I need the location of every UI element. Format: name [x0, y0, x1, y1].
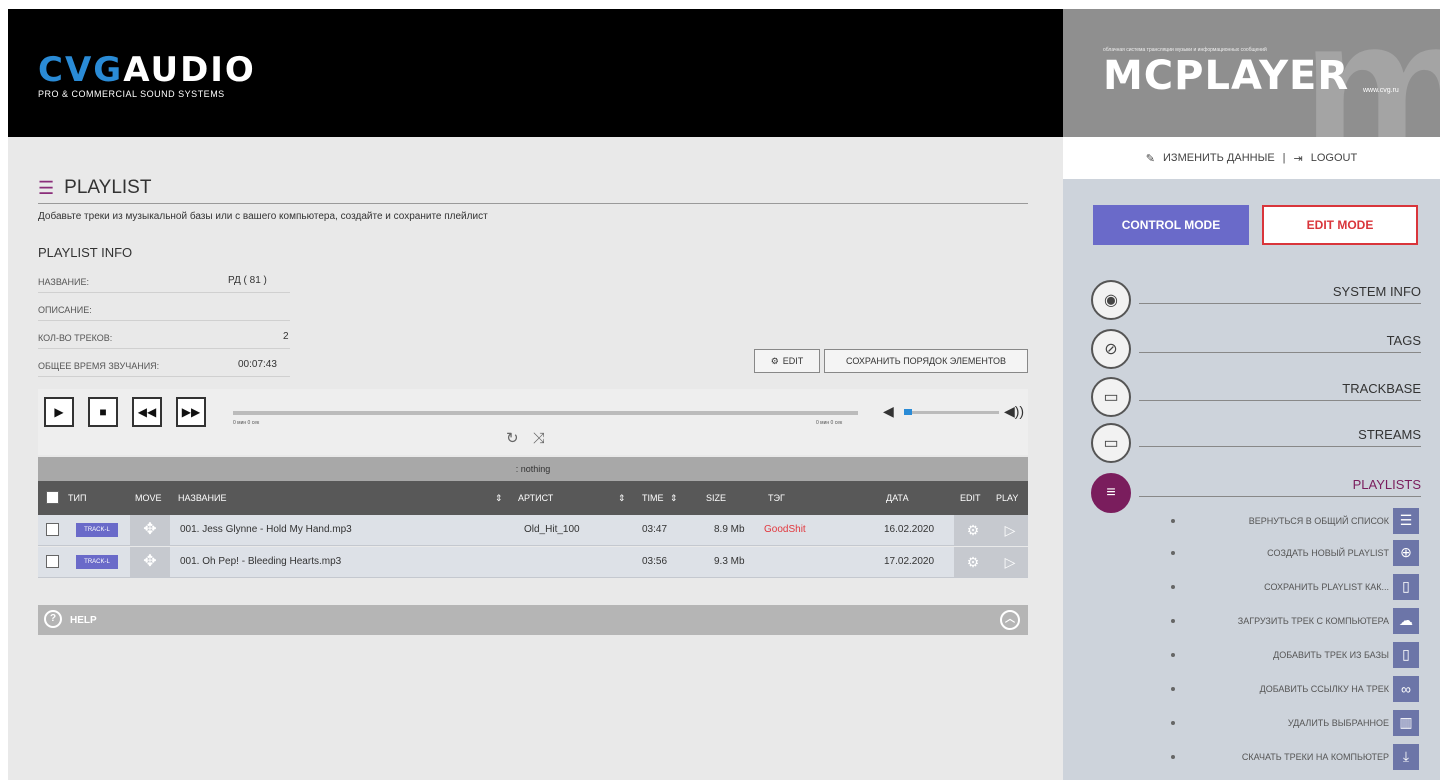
header-brand-area: CVGAUDIO PRO & COMMERCIAL SOUND SYSTEMS: [8, 9, 1063, 137]
control-mode-button[interactable]: CONTROL MODE: [1093, 205, 1249, 245]
cvg-audio-logo: CVGAUDIO PRO & COMMERCIAL SOUND SYSTEMS: [38, 50, 256, 99]
save-order-button[interactable]: СОХРАНИТЬ ПОРЯДОК ЭЛЕМЕНТОВ: [824, 349, 1028, 373]
edit-profile-link[interactable]: ИЗМЕНИТЬ ДАННЫЕ: [1163, 152, 1275, 164]
plus-circle-icon: ⊕: [1393, 539, 1419, 566]
eye-icon: ◉: [1091, 280, 1131, 320]
mcplayer-url: www.cvg.ru: [1363, 87, 1399, 94]
select-all-checkbox[interactable]: [46, 491, 59, 504]
sub-upload-track[interactable]: ЗАГРУЗИТЬ ТРЕК С КОМПЬЮТЕРА ☁: [1163, 607, 1419, 634]
file-add-icon: ▯: [1393, 641, 1419, 668]
sort-icon[interactable]: ⇕: [618, 493, 626, 504]
repeat-icon[interactable]: ↻: [506, 430, 519, 447]
volume-slider[interactable]: [904, 409, 999, 415]
gear-icon[interactable]: ⚙: [954, 547, 992, 577]
save-file-icon: ▯: [1393, 573, 1419, 600]
mcplayer-header: m облачная система трансляции музыки и и…: [1063, 9, 1440, 137]
gear-icon[interactable]: ⚙: [954, 515, 992, 545]
sort-icon[interactable]: ⇕: [670, 493, 678, 504]
audio-player: ▶ ■ ◀◀ ▶▶ 0 мин 0 сек 0 мин 0 сек ↻ ⤨ ◀ …: [38, 389, 1028, 455]
playlist-edit-button[interactable]: ⚙ EDIT: [754, 349, 820, 373]
tag-icon: ⊘: [1091, 329, 1131, 369]
file-audio-icon: ▭: [1091, 377, 1131, 417]
nav-trackbase[interactable]: ▭ TRACKBASE: [1091, 377, 1421, 419]
track-tag: GoodShit: [764, 524, 806, 535]
edit-mode-button[interactable]: EDIT MODE: [1262, 205, 1418, 245]
sub-back-to-list[interactable]: ВЕРНУТЬСЯ В ОБЩИЙ СПИСОК ☰: [1163, 507, 1419, 534]
sort-time[interactable]: TIME: [642, 493, 664, 503]
sub-add-from-base[interactable]: ДОБАВИТЬ ТРЕК ИЗ БАЗЫ ▯: [1163, 641, 1419, 668]
question-icon: ?: [44, 610, 62, 628]
seek-bar[interactable]: [233, 411, 858, 415]
sub-download-tracks[interactable]: СКАЧАТЬ ТРЕКИ НА КОМПЬЮТЕР ⤓: [1163, 743, 1419, 770]
logo-subtitle: PRO & COMMERCIAL SOUND SYSTEMS: [38, 89, 225, 99]
logout-icon: ⇥: [1293, 152, 1303, 165]
nav-system-info[interactable]: ◉ SYSTEM INFO: [1091, 280, 1421, 322]
stop-icon[interactable]: ■: [88, 397, 118, 427]
time-total: 0 мин 0 сек: [816, 420, 843, 426]
move-handle-icon[interactable]: ✥: [130, 547, 170, 577]
pencil-icon: ✎: [1145, 152, 1156, 165]
page-title: ☰ PLAYLIST: [38, 177, 152, 198]
logout-link[interactable]: LOGOUT: [1311, 152, 1357, 164]
playlist-info-heading: PLAYLIST INFO: [38, 245, 133, 260]
download-icon: ⤓: [1393, 743, 1419, 770]
chevron-up-icon[interactable]: ︿: [1000, 610, 1020, 630]
separator: |: [1282, 152, 1286, 164]
nav-streams[interactable]: ▭ STREAMS: [1091, 423, 1421, 465]
sort-artist[interactable]: АРТИСТ: [518, 493, 553, 503]
volume-mute-icon[interactable]: ◀: [883, 403, 894, 420]
list-icon: ☰: [1393, 507, 1419, 534]
mcplayer-logo: MCPLAYER: [1103, 53, 1350, 99]
nav-tags[interactable]: ⊘ TAGS: [1091, 329, 1421, 371]
play-icon[interactable]: ▷: [992, 547, 1028, 577]
sub-delete-selected[interactable]: УДАЛИТЬ ВЫБРАННОЕ ▥: [1163, 709, 1419, 736]
table-row: TRACK-L ✥ 001. Oh Pep! - Bleeding Hearts…: [38, 547, 1028, 578]
file-stream-icon: ▭: [1091, 423, 1131, 463]
page-subtitle: Добавьте треки из музыкальной базы или с…: [38, 211, 488, 222]
volume-level: [904, 409, 912, 415]
sort-name[interactable]: НАЗВАНИЕ: [178, 493, 227, 503]
now-playing-bar: : nothing: [38, 457, 1028, 481]
user-bar: ✎ ИЗМЕНИТЬ ДАННЫЕ | ⇥ LOGOUT: [1063, 137, 1440, 179]
table-header: ТИП MOVE НАЗВАНИЕ ⇕ АРТИСТ ⇕ TIME ⇕ SIZE…: [38, 481, 1028, 515]
loop-shuffle-controls: ↻ ⤨: [506, 429, 545, 447]
info-row-duration: ОБЩЕЕ ВРЕМЯ ЗВУЧАНИЯ: 00:07:43: [38, 355, 290, 377]
page: CVGAUDIO PRO & COMMERCIAL SOUND SYSTEMS …: [8, 9, 1440, 780]
hamburger-icon: ☰: [38, 177, 55, 198]
gear-icon: ⚙: [770, 355, 779, 366]
cloud-upload-icon: ☁: [1393, 607, 1419, 634]
sort-icon[interactable]: ⇕: [495, 493, 503, 504]
move-handle-icon[interactable]: ✥: [130, 515, 170, 545]
sub-add-link[interactable]: ДОБАВИТЬ ССЫЛКУ НА ТРЕК ∞: [1163, 675, 1419, 702]
title-divider: [38, 203, 1028, 204]
link-icon: ∞: [1393, 675, 1419, 702]
table-row: TRACK-L ✥ 001. Jess Glynne - Hold My Han…: [38, 515, 1028, 546]
trash-icon: ▥: [1393, 709, 1419, 736]
info-row-track-count: КОЛ-ВО ТРЕКОВ: 2: [38, 327, 290, 349]
volume-up-icon[interactable]: ◀)): [1004, 403, 1024, 420]
sub-save-playlist-as[interactable]: СОХРАНИТЬ PLAYLIST КАК... ▯: [1163, 573, 1419, 600]
shuffle-icon[interactable]: ⤨: [533, 430, 545, 447]
sidebar: ✎ ИЗМЕНИТЬ ДАННЫЕ | ⇥ LOGOUT CONTROL MOD…: [1063, 137, 1440, 780]
info-row-description: ОПИСАНИЕ:: [38, 299, 290, 321]
time-elapsed: 0 мин 0 сек: [233, 420, 260, 426]
track-type-badge: TRACK-L: [76, 555, 118, 569]
row-checkbox[interactable]: [46, 523, 59, 536]
play-icon[interactable]: ▶: [44, 397, 74, 427]
help-panel[interactable]: ? HELP ︿: [38, 605, 1028, 635]
info-row-name: НАЗВАНИЕ: РД ( 81 ): [38, 271, 290, 293]
play-icon[interactable]: ▷: [992, 515, 1028, 545]
track-type-badge: TRACK-L: [76, 523, 118, 537]
rewind-icon[interactable]: ◀◀: [132, 397, 162, 427]
list-icon: ≡: [1091, 473, 1131, 513]
row-checkbox[interactable]: [46, 555, 59, 568]
sub-create-playlist[interactable]: СОЗДАТЬ НОВЫЙ PLAYLIST ⊕: [1163, 539, 1419, 566]
fast-forward-icon[interactable]: ▶▶: [176, 397, 206, 427]
